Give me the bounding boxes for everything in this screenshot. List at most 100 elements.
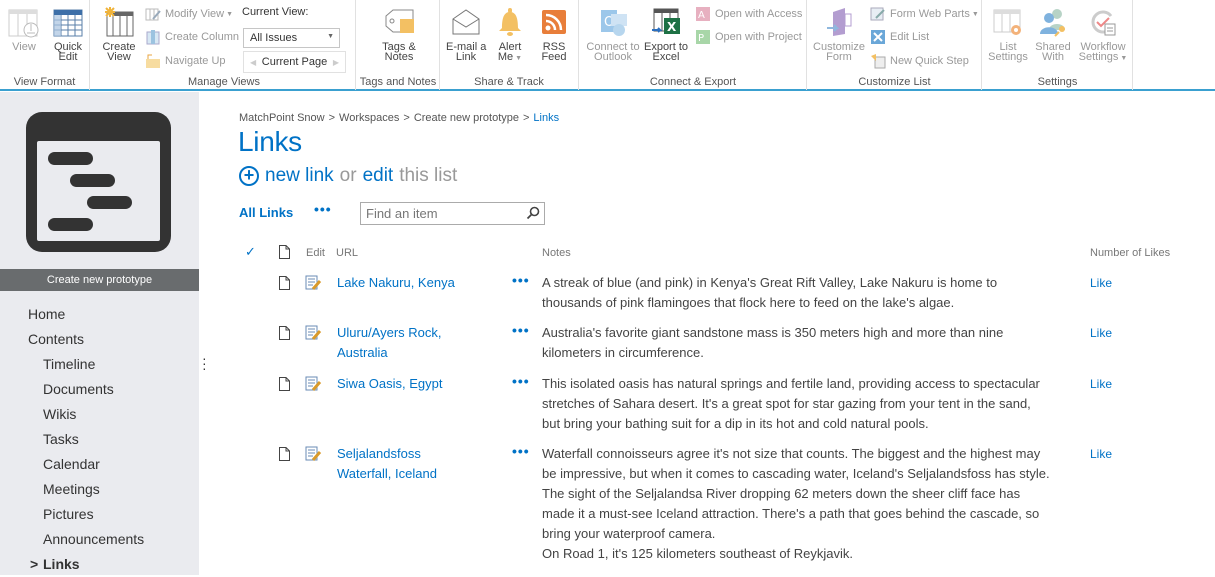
chevron-right-icon: > xyxy=(30,556,39,572)
item-menu-icon[interactable]: ••• xyxy=(512,443,530,459)
nav-item-contents[interactable]: Contents xyxy=(0,327,199,352)
breadcrumb: MatchPoint Snow > Workspaces > Create new pr… xyxy=(239,112,559,124)
list-settings-button[interactable]: List Settings xyxy=(987,6,1029,63)
link-notes: Waterfall connoisseurs agree it's not si… xyxy=(542,446,1050,561)
item-menu-icon[interactable]: ••• xyxy=(512,322,530,338)
more-views-icon[interactable]: ••• xyxy=(314,201,332,217)
nav-item-home[interactable]: Home xyxy=(0,302,199,327)
column-header-notes[interactable]: Notes xyxy=(542,247,571,259)
new-link-button[interactable]: new link xyxy=(265,165,334,187)
group-label: Settings xyxy=(1037,76,1078,88)
rss-feed-button[interactable]: RSS Feed xyxy=(536,6,572,63)
nav-item-documents[interactable]: Documents xyxy=(0,377,199,402)
create-view-button[interactable]: Create View xyxy=(101,6,137,63)
open-project-label: Open with Project xyxy=(715,31,802,43)
alert-me-button[interactable]: Alert Me ▼ xyxy=(492,6,528,64)
alert-me-label: Alert Me ▼ xyxy=(497,41,523,63)
nav-item-pictures[interactable]: Pictures xyxy=(0,502,199,527)
column-header-likes[interactable]: Number of Likes xyxy=(1090,247,1170,259)
edit-item-icon[interactable] xyxy=(305,376,322,392)
export-excel-button[interactable]: X Export to Excel xyxy=(642,6,690,63)
link-title[interactable]: Lake Nakuru, Kenya xyxy=(337,273,497,293)
modify-view-label: Modify View xyxy=(165,8,225,20)
nav-item-links[interactable]: > Links xyxy=(0,552,199,577)
rss-feed-label: RSS Feed xyxy=(541,41,567,63)
quick-launch-nav: Home Contents Timeline Documents Wikis T… xyxy=(0,302,199,577)
current-page-label: Current Page xyxy=(261,56,328,68)
view-all-links[interactable]: All Links xyxy=(239,205,293,220)
sidebar-resize-handle[interactable]: · · · xyxy=(202,351,207,375)
view-label: View xyxy=(12,41,36,53)
open-access-button[interactable]: A Open with Access xyxy=(695,6,802,22)
edit-item-icon[interactable] xyxy=(305,325,322,341)
export-excel-label: Export to Excel xyxy=(643,41,689,63)
ribbon-group-tags-notes: Tags & Notes Tags and Notes xyxy=(357,0,440,90)
current-view-select[interactable]: All Issues ▼ xyxy=(243,28,340,48)
edit-list-button[interactable]: Edit List xyxy=(870,29,929,45)
quick-edit-icon xyxy=(52,6,84,38)
edit-item-icon[interactable] xyxy=(305,275,322,291)
link-notes: A streak of blue (and pink) in Kenya's G… xyxy=(542,275,998,310)
tag-icon xyxy=(383,6,415,38)
create-column-icon xyxy=(145,29,161,45)
site-logo[interactable] xyxy=(26,112,171,252)
view-icon xyxy=(8,6,40,38)
column-header-url[interactable]: URL xyxy=(336,247,358,259)
nav-item-tasks[interactable]: Tasks xyxy=(0,427,199,452)
link-title[interactable]: Seljalandsfoss Waterfall, Iceland xyxy=(337,444,497,484)
form-web-parts-button[interactable]: Form Web Parts ▼ xyxy=(870,6,979,22)
tags-notes-button[interactable]: Tags & Notes xyxy=(379,6,419,63)
quick-edit-button[interactable]: Quick Edit xyxy=(52,6,84,63)
link-title[interactable]: Siwa Oasis, Egypt xyxy=(337,374,497,394)
navigate-up-button[interactable]: Navigate Up xyxy=(145,53,226,69)
next-page-icon[interactable]: ▶ xyxy=(333,58,339,67)
like-button[interactable]: Like xyxy=(1090,323,1112,343)
form-web-parts-icon xyxy=(870,6,886,22)
select-all-checkmark-icon[interactable]: ✓ xyxy=(245,244,256,260)
open-project-button[interactable]: P Open with Project xyxy=(695,29,802,45)
list-settings-label: List Settings xyxy=(988,41,1028,63)
breadcrumb-current[interactable]: Links xyxy=(533,112,559,124)
customize-form-label: Customize Form xyxy=(813,41,865,63)
like-button[interactable]: Like xyxy=(1090,273,1112,293)
customize-form-button[interactable]: Customize Form xyxy=(812,6,866,63)
breadcrumb-item[interactable]: Create new prototype xyxy=(414,112,519,124)
nav-item-meetings[interactable]: Meetings xyxy=(0,477,199,502)
edit-list-link[interactable]: edit xyxy=(363,165,394,187)
new-quick-step-button[interactable]: New Quick Step xyxy=(870,53,969,69)
document-type-icon xyxy=(279,245,290,259)
email-link-button[interactable]: E-mail a Link xyxy=(446,6,486,63)
edit-item-icon[interactable] xyxy=(305,446,322,462)
group-label: Connect & Export xyxy=(649,76,737,88)
breadcrumb-item[interactable]: MatchPoint Snow xyxy=(239,112,325,124)
connect-outlook-label: Connect to Outlook xyxy=(586,41,640,63)
shared-with-button[interactable]: Shared With xyxy=(1033,6,1073,63)
search-icon[interactable] xyxy=(526,206,540,220)
link-notes: This isolated oasis has natural springs … xyxy=(542,376,1040,431)
ribbon-group-connect-export: O Connect to Outlook X Export to Excel A… xyxy=(580,0,807,90)
like-button[interactable]: Like xyxy=(1090,444,1112,464)
project-icon: P xyxy=(695,29,711,45)
nav-item-timeline[interactable]: Timeline xyxy=(0,352,199,377)
current-page-pager[interactable]: ◀ Current Page ▶ xyxy=(243,51,346,73)
modify-view-button[interactable]: Modify View ▼ xyxy=(145,6,233,22)
like-button[interactable]: Like xyxy=(1090,374,1112,394)
workflow-settings-button[interactable]: Workflow Settings ▼ xyxy=(1077,6,1129,64)
nav-item-wikis[interactable]: Wikis xyxy=(0,402,199,427)
search-input[interactable] xyxy=(361,203,511,224)
new-quick-step-label: New Quick Step xyxy=(890,55,969,67)
previous-page-icon[interactable]: ◀ xyxy=(250,58,256,67)
access-icon: A xyxy=(695,6,711,22)
item-menu-icon[interactable]: ••• xyxy=(512,373,530,389)
view-button[interactable]: View xyxy=(8,6,40,53)
site-name[interactable]: Create new prototype xyxy=(0,269,199,291)
nav-item-announcements[interactable]: Announcements xyxy=(0,527,199,552)
connect-outlook-button[interactable]: O Connect to Outlook xyxy=(584,6,642,63)
plus-circle-icon[interactable]: + xyxy=(239,166,259,186)
quick-step-icon xyxy=(870,53,886,69)
breadcrumb-item[interactable]: Workspaces xyxy=(339,112,399,124)
nav-item-calendar[interactable]: Calendar xyxy=(0,452,199,477)
link-title[interactable]: Uluru/Ayers Rock, Australia xyxy=(337,323,497,363)
item-menu-icon[interactable]: ••• xyxy=(512,272,530,288)
create-column-button[interactable]: Create Column xyxy=(145,29,239,45)
